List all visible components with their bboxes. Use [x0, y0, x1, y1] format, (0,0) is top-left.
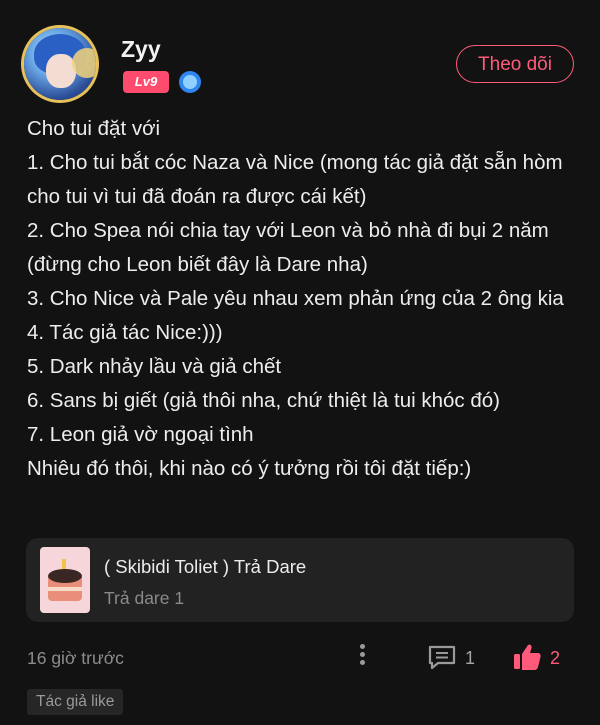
verified-badge-inner — [183, 75, 197, 89]
comment-line: 1. Cho tui bắt cóc Naza và Nice (mong tá… — [27, 151, 563, 208]
comment-line: Nhiêu đó thôi, khi nào có ý tưởng rồi tô… — [27, 457, 472, 480]
avatar[interactable] — [24, 28, 96, 100]
comment-screen: Zyy Lv9 Theo dõi Cho tui đặt với 1. Cho … — [0, 0, 600, 725]
comment-count: 1 — [465, 648, 476, 668]
like-count: 2 — [550, 648, 561, 668]
more-vertical-icon[interactable] — [357, 644, 367, 670]
verified-badge-icon — [179, 71, 201, 93]
level-badge: Lv9 — [123, 71, 169, 93]
more-dot — [359, 660, 365, 665]
story-title: ( Skibidi Toliet ) Trả Dare — [104, 556, 307, 577]
story-chapter: Trả dare 1 — [104, 588, 185, 608]
comment-line: 6. Sans bị giết (giả thôi nha, chứ thiệt… — [27, 389, 500, 412]
follow-button[interactable]: Theo dõi — [456, 45, 574, 83]
like-button[interactable]: 2 — [512, 642, 572, 674]
comment-line: 4. Tác giả tác Nice:))) — [27, 321, 223, 344]
comment-line: 7. Leon giả vờ ngoại tình — [27, 423, 254, 446]
comment-line: 3. Cho Nice và Pale yêu nhau xem phản ứn… — [27, 287, 564, 310]
cover-cake-stripe — [48, 587, 82, 591]
author-like-tag: Tác giả like — [27, 689, 124, 715]
comment-header: Zyy Lv9 Theo dõi — [24, 28, 576, 104]
comment-line: 2. Cho Spea nói chia tay với Leon và bỏ … — [27, 219, 549, 276]
comment-footer: 16 giờ trước 1 2 — [27, 640, 575, 676]
comment-button[interactable]: 1 — [427, 643, 487, 673]
comment-line: 5. Dark nhảy lầu và giả chết — [27, 355, 282, 378]
cover-cake-top — [48, 569, 82, 583]
comment-icon — [428, 645, 456, 670]
comment-body: Cho tui đặt với 1. Cho tui bắt cóc Naza … — [27, 112, 577, 486]
avatar-frame-ornament — [72, 48, 96, 78]
comment-line: Cho tui đặt với — [27, 117, 161, 140]
linked-story-card[interactable]: ( Skibidi Toliet ) Trả Dare Trả dare 1 — [26, 538, 574, 622]
username[interactable]: Zyy — [121, 36, 161, 63]
timestamp: 16 giờ trước — [27, 648, 124, 668]
more-dot — [359, 644, 365, 649]
more-dot — [359, 652, 365, 657]
story-cover-image — [40, 547, 90, 613]
thumbs-up-icon — [514, 644, 541, 670]
